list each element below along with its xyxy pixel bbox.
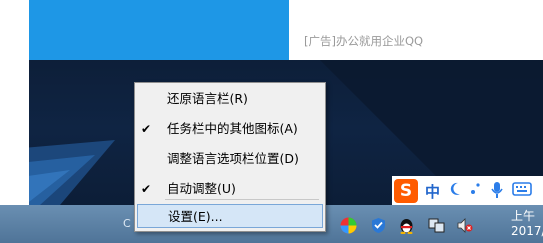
menu-item-other-taskbar-icons[interactable]: ✔ 任务栏中的其他图标(A) [137,117,323,141]
menu-item-restore-language-bar[interactable]: 还原语言栏(R) [137,87,323,111]
microphone-icon[interactable] [490,181,504,203]
moon-icon[interactable] [448,181,462,201]
sogou-logo-icon[interactable]: S [394,179,418,203]
popup-banner[interactable] [29,0,289,60]
checkmark-icon: ✔ [141,182,152,196]
ime-toolbar[interactable]: S 中 [392,176,543,206]
volume-muted-icon[interactable] [456,217,473,234]
shield-icon[interactable] [370,217,387,234]
color-ball-icon[interactable] [340,217,357,234]
menu-item-label: 自动调整(U) [167,181,236,196]
menu-separator [165,199,319,200]
menu-item-label: 任务栏中的其他图标(A) [167,121,298,136]
network-icon[interactable] [428,217,445,234]
menu-item-label: 设置(E)... [168,209,223,224]
taskbar-label: C [123,217,131,230]
chinese-mode-button[interactable]: 中 [425,181,440,202]
system-clock[interactable]: 上午 2017/8/ [511,209,543,239]
menu-item-label: 调整语言选项栏位置(D) [167,151,299,166]
clock-time: 上午 [511,209,536,223]
ad-text[interactable]: [广告]办公就用企业QQ [304,33,423,49]
qq-penguin-icon[interactable] [398,217,415,235]
menu-item-settings[interactable]: 设置(E)... [137,204,323,228]
popup-window-left [0,0,29,213]
language-bar-context-menu: 还原语言栏(R) ✔ 任务栏中的其他图标(A) 调整语言选项栏位置(D) ✔ 自… [134,82,326,232]
menu-item-adjust-position[interactable]: 调整语言选项栏位置(D) [137,147,323,171]
menu-item-label: 还原语言栏(R) [167,91,248,106]
clock-date: 2017/8/ [511,224,543,238]
menu-item-auto-adjust[interactable]: ✔ 自动调整(U) [137,177,323,201]
keyboard-icon[interactable] [512,181,532,201]
punctuation-icon[interactable] [469,179,483,201]
checkmark-icon: ✔ [141,122,152,136]
